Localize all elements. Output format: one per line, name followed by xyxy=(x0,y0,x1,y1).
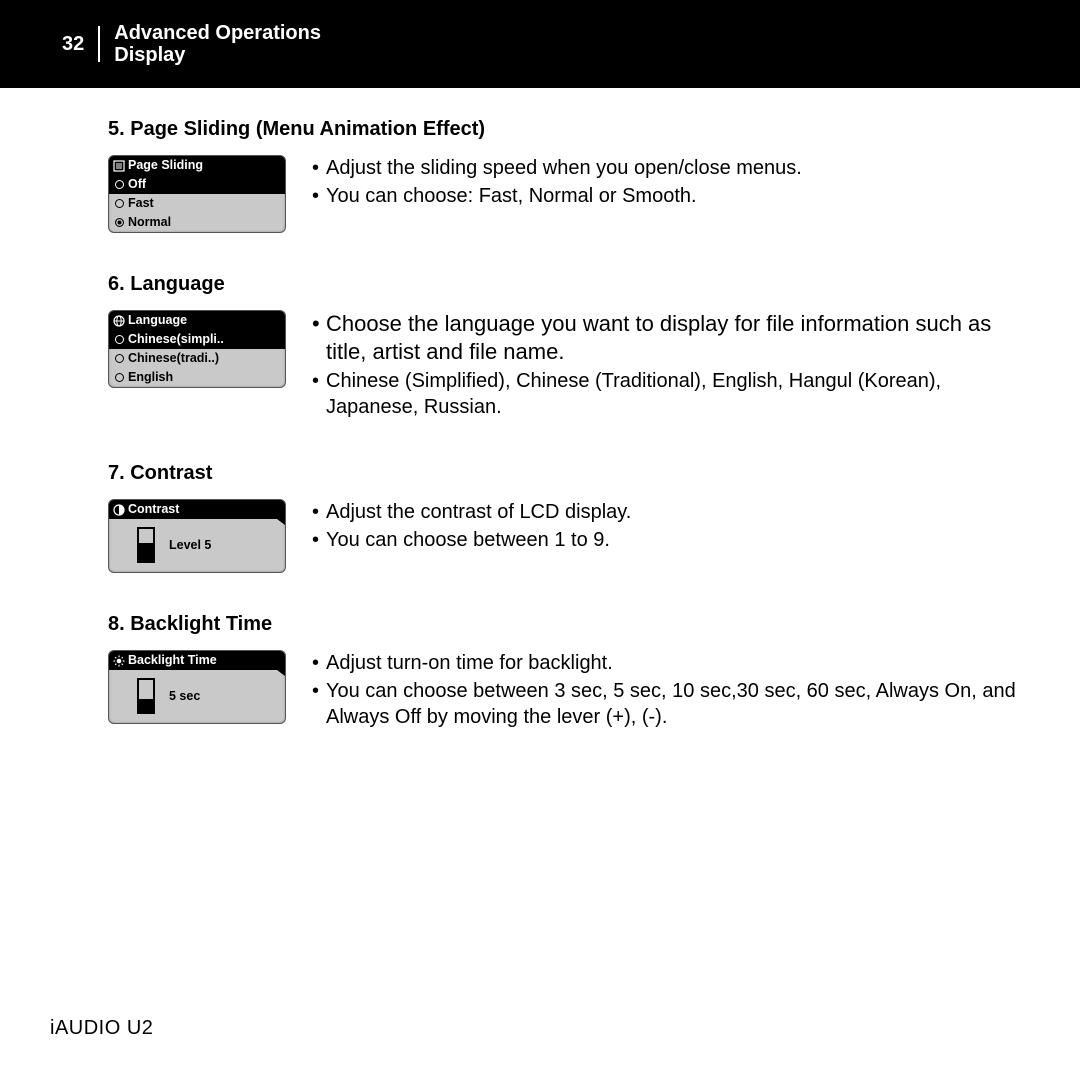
radio-icon xyxy=(115,180,124,189)
lcd-title: Page Sliding xyxy=(109,156,285,175)
bullet-text: Adjust the contrast of LCD display. xyxy=(312,499,1030,525)
header-title: Advanced Operations xyxy=(114,22,321,44)
footer-product-name: iAUDIO U2 xyxy=(50,1017,153,1040)
lcd-option-chinese-simplified: Chinese(simpli.. xyxy=(109,330,285,349)
lcd-page-sliding: Page Sliding Off Fast Normal xyxy=(108,155,286,233)
section-description: Choose the language you want to display … xyxy=(312,310,1030,422)
lcd-contrast: Contrast Level 5 xyxy=(108,499,286,573)
section-description: Adjust turn-on time for backlight. You c… xyxy=(312,650,1030,732)
page-header: 32 Advanced Operations Display xyxy=(0,0,1080,88)
lcd-option-label: English xyxy=(128,370,173,385)
section-description: Adjust the sliding speed when you open/c… xyxy=(312,155,1030,211)
section-description: Adjust the contrast of LCD display. You … xyxy=(312,499,1030,555)
radio-icon xyxy=(115,373,124,382)
backlight-icon xyxy=(113,655,125,667)
lcd-language: Language Chinese(simpli.. Chinese(tradi.… xyxy=(108,310,286,388)
bullet-text: Chinese (Simplified), Chinese (Tradition… xyxy=(312,368,1030,420)
lcd-option-normal: Normal xyxy=(109,213,285,232)
lcd-title-text: Backlight Time xyxy=(128,653,217,667)
lcd-option-english: English xyxy=(109,368,285,387)
lcd-title-text: Contrast xyxy=(128,502,179,516)
menu-icon xyxy=(113,160,125,172)
lcd-option-label: Fast xyxy=(128,196,154,211)
section-heading-language: 6. Language xyxy=(108,273,1030,296)
bullet-text: Choose the language you want to display … xyxy=(312,310,1030,366)
header-subtitle: Display xyxy=(114,44,321,66)
lcd-title: Contrast xyxy=(109,500,285,519)
radio-selected-icon xyxy=(115,218,124,227)
lcd-value-display: Level 5 xyxy=(109,519,285,571)
bullet-text: You can choose between 3 sec, 5 sec, 10 … xyxy=(312,678,1030,730)
bullet-text: Adjust the sliding speed when you open/c… xyxy=(312,155,1030,181)
page-content: 5. Page Sliding (Menu Animation Effect) … xyxy=(0,88,1080,732)
lcd-option-chinese-traditional: Chinese(tradi..) xyxy=(109,349,285,368)
contrast-icon xyxy=(113,504,125,516)
section-heading-contrast: 7. Contrast xyxy=(108,462,1030,485)
level-bar-icon xyxy=(137,678,155,714)
globe-icon xyxy=(113,315,125,327)
lcd-backlight: Backlight Time 5 sec xyxy=(108,650,286,724)
lcd-value-label: Level 5 xyxy=(169,538,211,552)
lcd-value-label: 5 sec xyxy=(169,689,200,703)
lcd-title-text: Page Sliding xyxy=(128,158,203,172)
lcd-option-fast: Fast xyxy=(109,194,285,213)
section-contrast: Contrast Level 5 Adjust the contrast of … xyxy=(108,499,1030,573)
section-page-sliding: Page Sliding Off Fast Normal Adjust the … xyxy=(108,155,1030,233)
lcd-option-label: Normal xyxy=(128,215,171,230)
lcd-value-display: 5 sec xyxy=(109,670,285,722)
radio-icon xyxy=(115,354,124,363)
lcd-option-off: Off xyxy=(109,175,285,194)
radio-icon xyxy=(115,199,124,208)
section-heading-backlight: 8. Backlight Time xyxy=(108,613,1030,636)
lcd-title-text: Language xyxy=(128,313,187,327)
section-backlight: Backlight Time 5 sec Adjust turn-on time… xyxy=(108,650,1030,732)
lcd-title: Language xyxy=(109,311,285,330)
lcd-option-label: Chinese(simpli.. xyxy=(128,332,224,347)
page-number: 32 xyxy=(62,26,100,62)
lcd-option-label: Off xyxy=(128,177,146,192)
bullet-text: Adjust turn-on time for backlight. xyxy=(312,650,1030,676)
section-heading-page-sliding: 5. Page Sliding (Menu Animation Effect) xyxy=(108,118,1030,141)
level-bar-icon xyxy=(137,527,155,563)
section-language: Language Chinese(simpli.. Chinese(tradi.… xyxy=(108,310,1030,422)
bullet-text: You can choose between 1 to 9. xyxy=(312,527,1030,553)
bullet-text: You can choose: Fast, Normal or Smooth. xyxy=(312,183,1030,209)
lcd-title: Backlight Time xyxy=(109,651,285,670)
header-titles: Advanced Operations Display xyxy=(100,22,321,66)
radio-icon xyxy=(115,335,124,344)
lcd-option-label: Chinese(tradi..) xyxy=(128,351,219,366)
